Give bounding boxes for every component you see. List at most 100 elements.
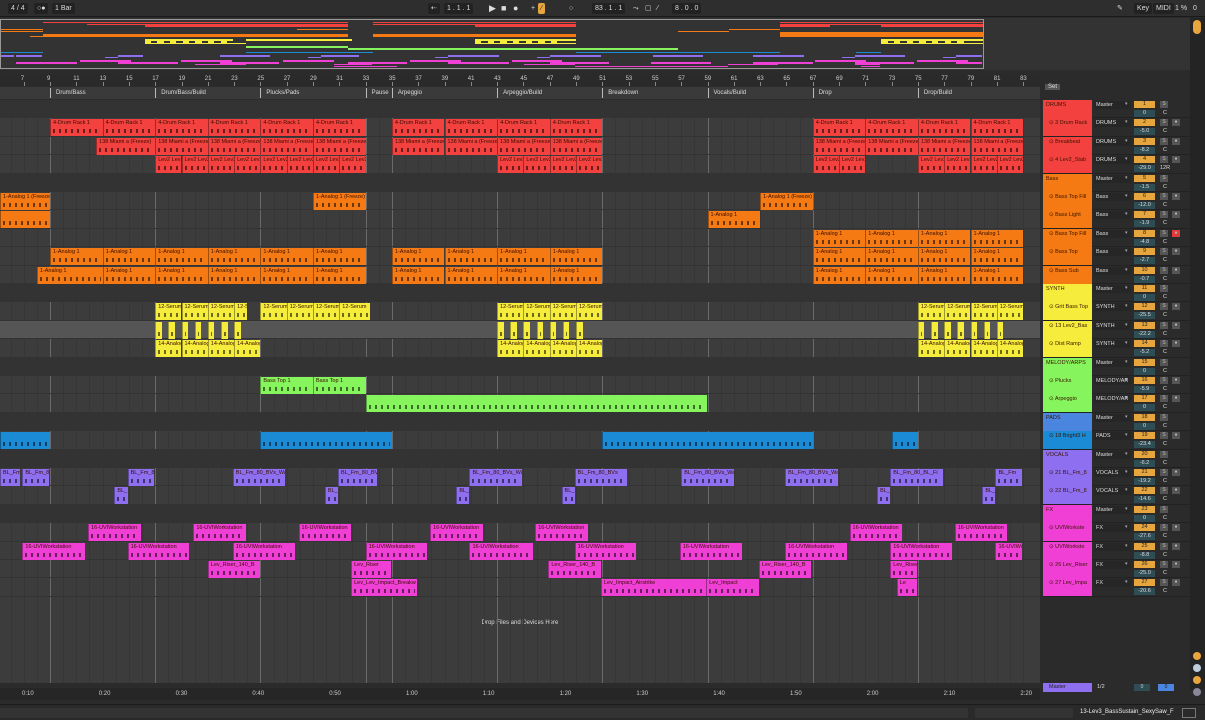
clip[interactable]: BL_ [114,487,128,505]
clip[interactable] [970,321,978,339]
time-ruler[interactable]: 0:10 0:20 0:30 0:40 0:50 1:00 1:10 1:20 1:30 1:40… [0,688,1040,700]
clip[interactable]: Lev2 Lev2 [155,156,182,174]
track-header[interactable]: PADS Master ▾ 18 0 C S [1043,412,1190,432]
clip[interactable]: 138 Miami a (Freeze) [917,137,971,155]
clip[interactable] [917,321,925,339]
follow-icon[interactable]: ⇠ [428,3,440,14]
clip[interactable]: 1-Analog 1 [102,266,156,284]
clip[interactable]: BL_Fm_80_BVs_Wave [785,469,838,486]
chevron-down-icon[interactable]: ▾ [1125,211,1128,217]
track-name[interactable]: DRUMS [1043,100,1092,118]
clip[interactable] [168,321,175,339]
chevron-down-icon[interactable]: ▾ [1125,101,1128,107]
arm-button[interactable]: ● [1172,377,1180,384]
quantize-select[interactable]: 1 Bar [52,3,75,14]
clip[interactable]: BL_ [561,487,575,505]
overview-visible-range[interactable] [0,19,984,69]
clip[interactable]: 12-Serum [339,303,370,321]
arm-button[interactable]: ● [1172,321,1180,329]
clip[interactable]: Lev2 Lev2 [996,156,1024,174]
arm-button[interactable]: ● [1172,469,1180,476]
track-activator[interactable]: 13 [1134,321,1155,329]
track-header[interactable]: ⊙ Grit Bass Top SYNTH ▾ 12 -25.5 C S ● [1043,302,1190,321]
chevron-down-icon[interactable]: ▾ [1125,285,1128,291]
clip[interactable]: 12-Serum [576,303,603,321]
track-activator[interactable]: 25 [1134,542,1155,550]
clip[interactable]: 16-UVIWorkstation [127,542,190,560]
clip[interactable]: 4-Drum Rack 1 [102,119,156,137]
volume-field[interactable]: -19.2 [1134,478,1155,485]
pan-field[interactable]: C [1158,257,1172,264]
clip[interactable] [576,321,583,339]
arm-button[interactable]: ● [1172,229,1180,237]
clip[interactable]: Lev_Riser [351,561,391,578]
clip[interactable]: 1-Analog 1 [549,248,603,266]
clip[interactable]: 4-Drum Rack 1 [917,119,971,137]
volume-field[interactable]: -25.0 [1134,570,1155,577]
arm-button[interactable]: ● [1172,193,1180,200]
clip[interactable]: Lev2 Lev2 [839,156,866,174]
clip[interactable] [562,321,570,339]
clip[interactable]: Lev2 Lev2 [970,156,997,174]
track-activator[interactable]: 9 [1134,248,1155,256]
clip[interactable]: 1-Analog 1 [36,266,103,284]
pan-field[interactable]: C [1158,349,1172,356]
track-lane[interactable] [0,100,1040,119]
solo-button[interactable]: S [1160,211,1168,219]
locator[interactable]: Arpeggio/Build [497,88,542,98]
clip[interactable]: Lev2 Lev2 [260,156,287,174]
track-name[interactable]: ⊙ UVIWorkste [1043,523,1092,542]
clip[interactable]: 1-Analog 1 [917,248,971,266]
track-lane[interactable]: Bass Top 1 Bass Top 1 [0,376,1040,395]
clip[interactable]: 12-Serum [207,303,235,321]
clip[interactable]: 16-UVIWorkstation [785,542,847,560]
track-activator[interactable]: 3 [1134,137,1155,145]
clip[interactable] [891,432,918,450]
track-lane[interactable] [0,412,1040,432]
solo-button[interactable]: S [1160,193,1168,200]
key-map-button[interactable]: Key [1134,3,1153,14]
volume-field[interactable]: 0 [1134,294,1155,301]
track-header[interactable]: Bass Master ▾ 5 -1.5 C S [1043,173,1190,192]
clip[interactable]: BL_ [877,487,891,505]
clip[interactable]: BL_Fm_80_BVs_Wave [22,469,49,486]
solo-button[interactable]: S [1160,432,1168,440]
pan-field[interactable]: C [1158,147,1172,154]
pan-field[interactable]: C [1158,478,1172,485]
clip[interactable]: 14-Analog [549,340,576,358]
arm-button[interactable]: ● [1172,487,1180,495]
clip[interactable]: 16-UVIWorkstation [365,542,428,560]
clip[interactable]: 138 Miami a (Freeze) [96,137,156,155]
track-header[interactable]: ⊙ 26 Lev_Riser FX ▾ 26 -25.0 C S ● [1043,560,1190,579]
track-activator[interactable]: 1 [1134,101,1155,108]
clip[interactable]: Lev_Riser [890,561,917,578]
clip[interactable]: 4-Drum Rack 1 [865,119,918,137]
clip[interactable] [194,321,202,339]
clip[interactable]: 16-UVIWorkstation [430,524,483,542]
solo-button[interactable]: S [1160,377,1168,384]
pan-field[interactable]: C [1158,588,1172,595]
clip[interactable]: 1-Analog 1 [497,248,550,266]
clip[interactable]: Lev2 Lev2 [523,156,550,174]
volume-field[interactable]: -0.7 [1134,275,1155,283]
clip[interactable]: 1-Analog 1 [497,266,550,284]
clip[interactable] [155,321,162,339]
clip[interactable]: BL_Fm_80_BVs [127,469,154,486]
clip[interactable]: 1-Analog 1 [970,229,1024,247]
clip[interactable] [510,321,517,339]
track-lane[interactable]: 1-Analog 1 1-Analog 1 1-Analog 1 1-Analog 1… [0,247,1040,266]
volume-field[interactable]: 0 [1134,514,1155,522]
locator[interactable]: Drum/Bass [50,88,86,98]
clip[interactable]: BL_ [982,487,996,505]
stop-button[interactable]: ■ [498,3,509,14]
track-activator[interactable]: 27 [1134,579,1155,587]
track-activator[interactable]: 22 [1134,487,1155,495]
clip[interactable]: 14-Analog [155,340,182,358]
clip[interactable]: 1-Analog 1 (Freeze) [760,193,813,210]
track-lane[interactable] [0,357,1040,376]
track-activator[interactable]: 8 [1134,229,1155,237]
clip[interactable]: 1-Analog 1 [260,248,313,266]
solo-button[interactable]: S [1160,524,1168,532]
clip[interactable]: 12-Serum [497,303,524,321]
clip[interactable]: BL_ [456,487,470,505]
